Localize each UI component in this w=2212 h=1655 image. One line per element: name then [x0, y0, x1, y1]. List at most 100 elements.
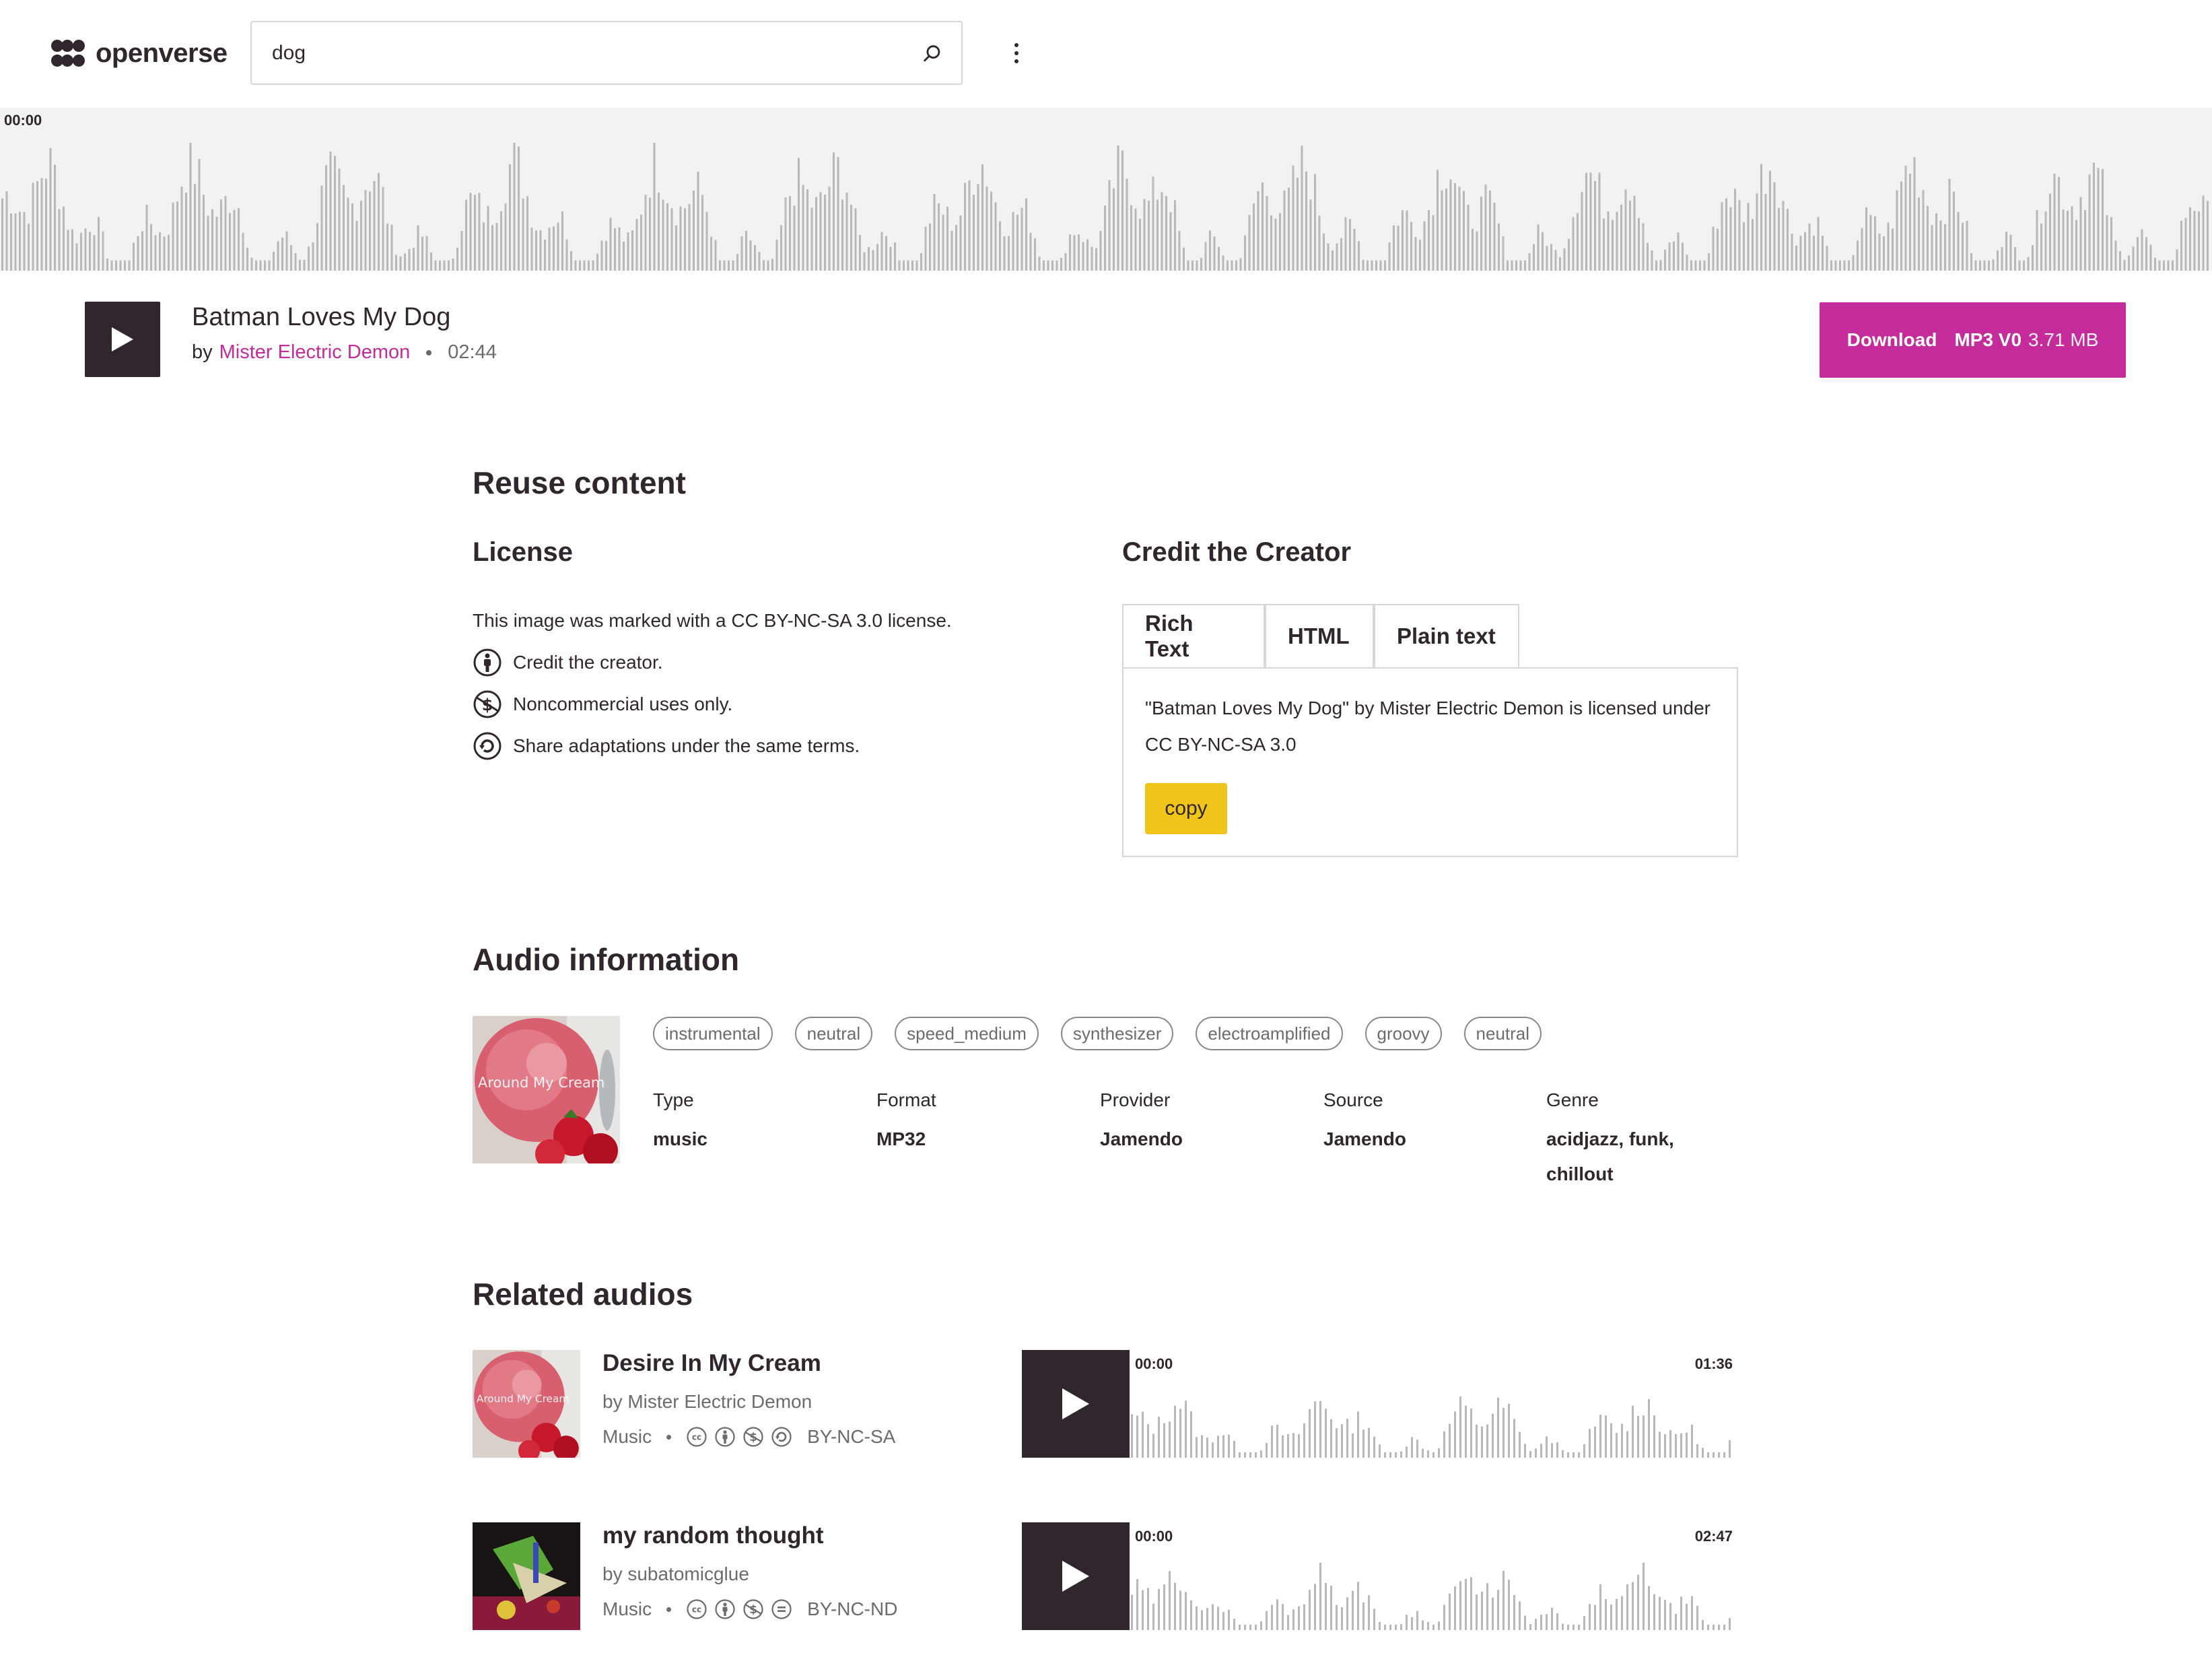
waveform-bar — [1158, 1417, 1160, 1458]
waveform-bar — [1078, 234, 1080, 271]
waveform-bar — [1813, 236, 1815, 271]
waveform-bar — [408, 248, 411, 271]
info-label: Provider — [1100, 1089, 1171, 1110]
waveform-bar — [1826, 246, 1828, 271]
related-waveform[interactable] — [1130, 1350, 1733, 1458]
waveform-bar — [1445, 189, 1447, 271]
waveform-bar — [2176, 249, 2178, 271]
waveform-bar — [1664, 1600, 1666, 1630]
openverse-logo[interactable]: openverse — [51, 36, 228, 70]
waveform-bar — [1344, 217, 1347, 271]
waveform-bar — [1282, 1435, 1284, 1458]
waveform-bar — [1852, 255, 1855, 271]
search-button[interactable] — [917, 38, 948, 69]
waveform-bar — [399, 256, 402, 271]
waveform-bar — [1389, 1452, 1391, 1458]
waveform-bar — [303, 259, 306, 271]
waveform-bar — [1021, 207, 1023, 271]
tab-html[interactable]: HTML — [1265, 604, 1374, 669]
cc-nd-icon — [771, 1599, 792, 1619]
waveform-bar — [994, 202, 997, 271]
tab-rich-text[interactable]: Rich Text — [1122, 604, 1265, 669]
creator-link[interactable]: Mister Electric Demon — [219, 341, 411, 364]
play-icon — [1062, 1388, 1089, 1419]
play-button[interactable] — [85, 302, 160, 377]
waveform-bar — [49, 147, 52, 271]
related-play-button[interactable] — [1022, 1350, 1130, 1458]
waveform-bar — [1303, 1604, 1305, 1630]
copy-button[interactable]: copy — [1145, 783, 1227, 834]
waveform-bar — [557, 222, 559, 271]
waveform-bar — [1357, 1411, 1359, 1458]
waveform-bar — [2137, 236, 2139, 271]
waveform-bar — [1336, 1605, 1338, 1630]
waveform-bar — [1375, 260, 1377, 271]
tag[interactable]: neutral — [1463, 1017, 1542, 1050]
tag[interactable]: speed_medium — [895, 1017, 1039, 1050]
waveform-bar — [530, 228, 533, 271]
waveform-bar — [312, 242, 314, 271]
waveform-bar — [1909, 173, 1911, 271]
waveform-bar — [71, 229, 73, 271]
waveform-bar — [728, 260, 730, 271]
waveform-bar — [351, 203, 353, 271]
related-play-button[interactable] — [1022, 1522, 1130, 1630]
search-input[interactable] — [272, 37, 878, 69]
waveform-bar — [180, 187, 183, 271]
waveform-bar — [1379, 1621, 1381, 1630]
waveform-bar — [1248, 215, 1251, 271]
waveform-bar — [1550, 244, 1552, 271]
related-thumbnail[interactable]: Around My Cream — [473, 1350, 580, 1458]
related-title[interactable]: Desire In My Cream — [602, 1350, 821, 1377]
waveform-bar — [775, 239, 778, 271]
tag[interactable]: electroamplified — [1196, 1017, 1343, 1050]
waveform-bar — [1686, 1603, 1688, 1630]
tag[interactable]: synthesizer — [1060, 1017, 1174, 1050]
waveform-bar — [255, 260, 257, 271]
tag[interactable]: neutral — [794, 1017, 873, 1050]
waveform-bar — [609, 217, 612, 271]
waveform-bar — [1143, 199, 1146, 271]
waveform-bar — [1169, 212, 1172, 271]
main-waveform[interactable]: 00:00 — [0, 108, 2212, 271]
more-menu-button[interactable] — [1003, 35, 1030, 71]
waveform-bar — [1540, 1615, 1542, 1630]
waveform-bar — [1725, 198, 1727, 271]
waveform-bar — [1524, 260, 1526, 271]
tag[interactable]: groovy — [1364, 1017, 1442, 1050]
waveform-bar — [1799, 236, 1802, 271]
waveform-bar — [1498, 223, 1500, 271]
waveform-bar — [1643, 1415, 1645, 1458]
related-waveform[interactable] — [1130, 1522, 1733, 1630]
waveform-bar — [1449, 1423, 1451, 1458]
waveform-bar — [1648, 1586, 1650, 1630]
waveform-bar — [1309, 1409, 1311, 1458]
tag[interactable]: instrumental — [653, 1017, 773, 1050]
waveform-bar — [2110, 217, 2112, 271]
related-title[interactable]: my random thought — [602, 1522, 824, 1549]
waveform-bar — [688, 204, 691, 271]
info-value[interactable]: Jamendo — [1100, 1122, 1315, 1157]
related-thumbnail[interactable] — [473, 1522, 580, 1630]
tab-plain-text[interactable]: Plain text — [1374, 604, 1519, 669]
waveform-bar — [1624, 189, 1627, 271]
waveform-bar — [2198, 211, 2200, 271]
waveform-bar — [1156, 199, 1159, 271]
waveform-bar — [1616, 1598, 1618, 1630]
waveform-bar — [1309, 199, 1312, 271]
info-value[interactable]: Jamendo — [1323, 1122, 1539, 1157]
waveform-bar — [1529, 1451, 1531, 1458]
waveform-bar — [443, 260, 446, 271]
waveform-bar — [1629, 200, 1631, 271]
waveform-bar — [1680, 1433, 1682, 1458]
download-button[interactable]: Download MP3 V0 3.71 MB — [1820, 302, 2126, 378]
separator-dot — [666, 1434, 672, 1440]
waveform-bar — [771, 259, 773, 271]
waveform-bar — [1655, 260, 1657, 271]
waveform-bar — [649, 197, 651, 271]
waveform-bar — [1353, 228, 1356, 271]
waveform-bar — [2001, 246, 2003, 271]
waveform-bar — [1528, 253, 1531, 271]
waveform-bar — [898, 260, 901, 271]
waveform-bar — [1633, 195, 1636, 271]
